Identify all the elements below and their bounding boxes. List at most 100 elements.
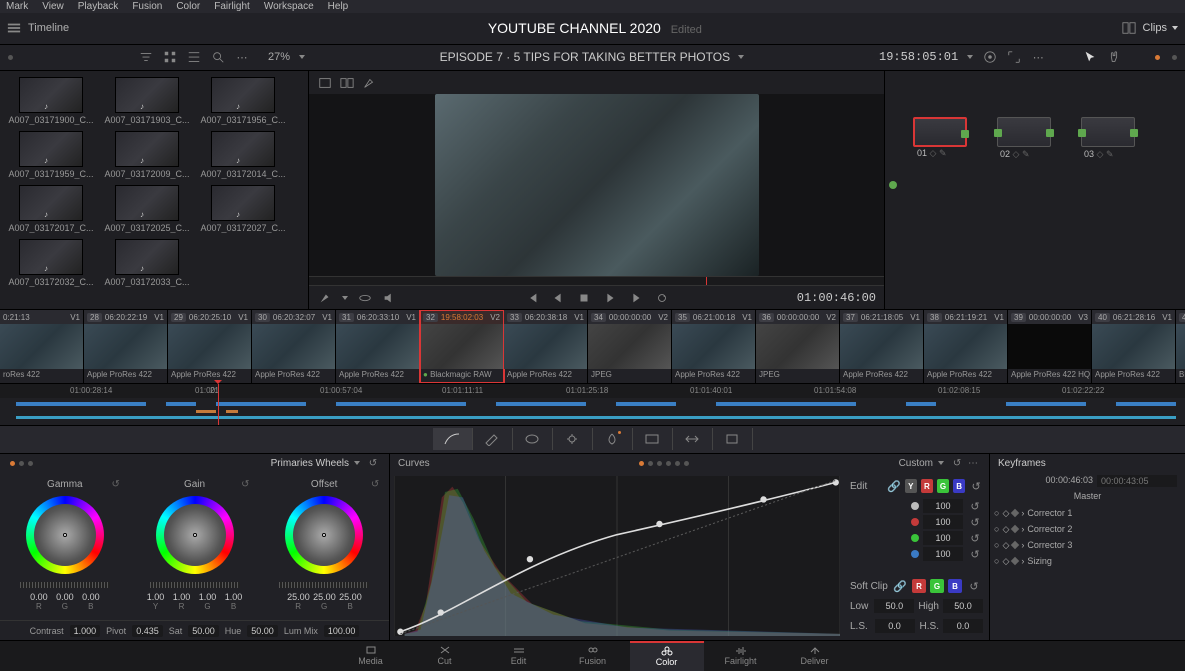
next-frame-icon[interactable] (628, 290, 644, 306)
menu-view[interactable]: View (42, 1, 64, 12)
sizing-tool[interactable] (673, 428, 713, 450)
settings-icon[interactable] (982, 49, 998, 65)
grid-view-icon[interactable] (162, 49, 178, 65)
reset-icon[interactable]: ↺ (967, 530, 983, 546)
strip-clip[interactable]: 3806:21:19:21V1Apple ProRes 422 (924, 310, 1008, 383)
3d-tool[interactable] (713, 428, 753, 450)
node-graph[interactable]: 01 ◇ ✎02 ◇ ✎03 ◇ ✎ (885, 71, 1185, 309)
link-icon[interactable]: 🔗 (892, 578, 908, 594)
strip-clip[interactable]: 2806:20:22:19V1Apple ProRes 422 (84, 310, 168, 383)
low-input[interactable] (874, 599, 914, 613)
page-fusion[interactable]: Fusion (556, 641, 630, 671)
strip-clip[interactable]: 3219:58:02:03V2● Blackmagic RAW (420, 310, 504, 383)
channel-b-button[interactable]: B (953, 479, 965, 493)
color-wheel[interactable] (156, 496, 234, 574)
kf-item[interactable]: ○◇›Corrector 1 (994, 505, 1181, 521)
kf-item[interactable]: ○◇›Corrector 3 (994, 537, 1181, 553)
jog-strip[interactable] (20, 582, 110, 588)
intensity-input[interactable] (923, 515, 963, 529)
reset-icon[interactable]: ↺ (966, 578, 982, 594)
pool-clip[interactable]: ♪A007_03172009_C... (102, 131, 192, 179)
single-view-icon[interactable] (317, 75, 333, 91)
page-media[interactable]: Media (334, 641, 408, 671)
menu-mark[interactable]: Mark (6, 1, 28, 12)
menu-playback[interactable]: Playback (78, 1, 119, 12)
reset-icon[interactable]: ↺ (367, 476, 383, 492)
intensity-input[interactable] (923, 547, 963, 561)
strip-clip[interactable]: 3706:21:18:05V1Apple ProRes 422 (840, 310, 924, 383)
menu-help[interactable]: Help (328, 1, 349, 12)
reset-icon[interactable]: ↺ (969, 478, 983, 494)
color-wheel[interactable] (26, 496, 104, 574)
pool-clip[interactable]: ♪A007_03172027_C... (198, 185, 288, 233)
clip-strip[interactable]: 0:21:13V1roRes 4222806:20:22:19V1Apple P… (0, 309, 1185, 384)
pool-clip[interactable]: ♪A007_03172032_C... (6, 239, 96, 287)
page-deliver[interactable]: Deliver (778, 641, 852, 671)
window-tool[interactable] (513, 428, 553, 450)
clips-dropdown[interactable]: Clips (1143, 22, 1179, 34)
node-source[interactable] (889, 181, 897, 189)
reset-icon[interactable]: ↺ (108, 476, 124, 492)
first-frame-icon[interactable] (524, 290, 540, 306)
kf-item[interactable]: ○◇›Corrector 2 (994, 521, 1181, 537)
pool-clip[interactable]: ♪A007_03171900_C... (6, 77, 96, 125)
jog-strip[interactable] (279, 582, 369, 588)
reset-icon[interactable]: ↺ (967, 546, 983, 562)
node-03[interactable]: 03 ◇ ✎ (1081, 117, 1135, 147)
menu-fusion[interactable]: Fusion (132, 1, 162, 12)
pool-clip[interactable]: ♪A007_03172025_C... (102, 185, 192, 233)
blur-tool[interactable] (593, 428, 633, 450)
hue-value[interactable]: 50.00 (247, 625, 278, 637)
color-wheel[interactable] (285, 496, 363, 574)
strip-clip[interactable]: 3006:20:32:07V1Apple ProRes 422 (252, 310, 336, 383)
channel-r-button[interactable]: R (921, 479, 933, 493)
sat-value[interactable]: 50.00 (188, 625, 219, 637)
timeline-icon[interactable] (6, 20, 22, 36)
strip-clip[interactable]: 3900:00:00:00V3Apple ProRes 422 HQ (1008, 310, 1092, 383)
hs-input[interactable] (943, 619, 983, 633)
source-timecode[interactable]: 19:58:05:01 (879, 50, 958, 64)
page-fairlight[interactable]: Fairlight (704, 641, 778, 671)
menu-fairlight[interactable]: Fairlight (214, 1, 250, 12)
timeline-title[interactable]: EPISODE 7 · 5 TIPS FOR TAKING BETTER PHO… (440, 50, 731, 64)
soft-g-button[interactable]: G (930, 579, 944, 593)
channel-g-button[interactable]: G (937, 479, 949, 493)
ls-input[interactable] (875, 619, 915, 633)
playhead[interactable] (218, 384, 219, 425)
sort-icon[interactable] (138, 49, 154, 65)
stop-icon[interactable] (576, 290, 592, 306)
pool-clip[interactable]: ♪A007_03172014_C... (198, 131, 288, 179)
lummix-value[interactable]: 100.00 (324, 625, 360, 637)
pool-clip[interactable]: ♪A007_03171903_C... (102, 77, 192, 125)
menu-color[interactable]: Color (176, 1, 200, 12)
highlight-icon[interactable] (361, 75, 377, 91)
more-icon[interactable]: ⋯ (234, 49, 250, 65)
strip-clip[interactable]: 3506:21:00:18V1Apple ProRes 422 (672, 310, 756, 383)
mini-timeline[interactable]: 01:00:28:1401:00:2101:00:57:0401:01:11:1… (0, 384, 1185, 426)
reset-icon[interactable]: ↺ (949, 455, 965, 471)
page-color[interactable]: Color (630, 641, 704, 671)
kf-item[interactable]: ○◇›Sizing (994, 553, 1181, 569)
picker-icon[interactable] (317, 290, 333, 306)
tracker-tool[interactable] (553, 428, 593, 450)
contrast-value[interactable]: 1.000 (70, 625, 101, 637)
soft-r-button[interactable]: R (912, 579, 926, 593)
loop-icon[interactable] (654, 290, 670, 306)
layout-icon[interactable] (1121, 20, 1137, 36)
strip-clip[interactable]: 4120:Blackma (1176, 310, 1185, 383)
channel-y-button[interactable]: Y (905, 479, 917, 493)
media-pool[interactable]: ♪A007_03171900_C...♪A007_03171903_C...♪A… (0, 71, 308, 309)
audio-icon[interactable] (381, 290, 397, 306)
strip-clip[interactable]: 3400:00:00:00V2JPEG (588, 310, 672, 383)
qualifier-tool[interactable] (473, 428, 513, 450)
strip-clip[interactable]: 0:21:13V1roRes 422 (0, 310, 84, 383)
pool-clip[interactable]: ♪A007_03172033_C... (102, 239, 192, 287)
strip-clip[interactable]: 4006:21:28:16V1Apple ProRes 422 (1092, 310, 1176, 383)
hand-icon[interactable] (1106, 49, 1122, 65)
pointer-icon[interactable] (1082, 49, 1098, 65)
curves-mode-dropdown[interactable]: Custom (899, 458, 933, 469)
reset-icon[interactable]: ↺ (967, 498, 983, 514)
viewer-timecode[interactable]: 01:00:46:00 (797, 291, 876, 305)
link-icon[interactable]: 🔗 (887, 478, 901, 494)
more-icon[interactable]: ⋯ (1030, 49, 1046, 65)
